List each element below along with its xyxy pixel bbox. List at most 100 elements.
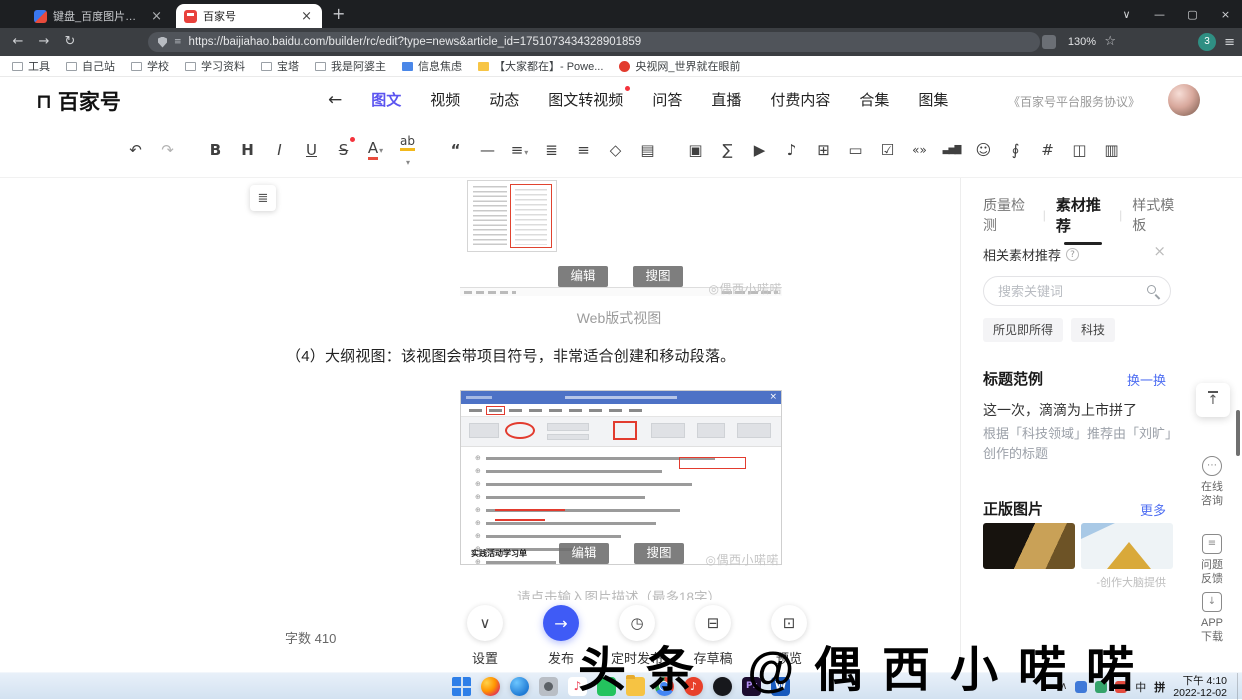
settings-button[interactable]: ∨ (467, 605, 503, 641)
publish-button[interactable]: → (543, 605, 579, 641)
stock-image-1[interactable] (983, 523, 1075, 569)
reload-icon[interactable]: ↻ (60, 34, 80, 49)
url-field[interactable]: ≡ https://baijiahao.baidu.com/builder/rc… (148, 32, 1040, 52)
camera-app-icon[interactable] (539, 677, 558, 696)
close-icon[interactable]: × (1209, 8, 1242, 21)
word-import-icon[interactable]: ▤ (638, 141, 657, 159)
nav-item-article[interactable]: 图文 (371, 89, 401, 110)
heading-icon[interactable]: H (238, 141, 257, 159)
edit-image-button[interactable]: 编辑 (559, 543, 609, 564)
nav-item-live[interactable]: 直播 (711, 89, 741, 110)
bookmark-item[interactable]: 宝塔 (261, 58, 299, 74)
platform-agreement-link[interactable]: 《百家号平台服务协议》 (1008, 93, 1140, 110)
bookmark-icon[interactable]: ◫ (1070, 141, 1089, 159)
article-paragraph[interactable]: （4）大纲视图：该视图会带项目符号，非常适合创建和移动段落。 (286, 345, 954, 366)
edit-image-button[interactable]: 编辑 (558, 266, 608, 287)
bookmark-item[interactable]: 工具 (12, 58, 50, 74)
audio-icon[interactable]: ♪ (782, 141, 801, 159)
taskbar-clock[interactable]: 下午 4:10 2022-12-02 (1173, 675, 1227, 699)
bookmark-item[interactable]: 自己站 (66, 58, 115, 74)
formula-icon[interactable]: ∑ (718, 141, 737, 159)
bookmark-item[interactable]: 学习资料 (185, 58, 245, 74)
panel-close-icon[interactable]: × (1153, 242, 1166, 260)
windows-start-icon[interactable] (452, 677, 471, 696)
stock-image-2[interactable] (1081, 523, 1173, 569)
tab-close-icon[interactable]: × (149, 9, 164, 24)
strikethrough-icon[interactable]: S (334, 136, 355, 159)
ime-indicator[interactable]: 拼 (1154, 679, 1165, 695)
tab-style-template[interactable]: 样式模板 (1132, 195, 1182, 235)
italic-icon[interactable]: I (270, 141, 289, 159)
unordered-list-icon[interactable]: ≡ (574, 141, 593, 159)
align-icon[interactable]: ≡▾ (510, 141, 529, 159)
nav-item-paid[interactable]: 付费内容 (770, 89, 830, 110)
help-icon[interactable]: ? (1066, 248, 1080, 261)
highlight-icon[interactable]: ab▾ (398, 131, 417, 169)
browser-tab-baidu-images[interactable]: 键盘_百度图片搜索 × (26, 4, 172, 28)
browser-menu-icon[interactable]: ≡ (1224, 35, 1235, 50)
divider-icon[interactable]: — (478, 141, 497, 159)
browser-tab-baijiahao[interactable]: 百家号 × (176, 4, 322, 28)
quote-card-icon[interactable]: «» (910, 143, 929, 157)
video-icon[interactable]: ▶ (750, 141, 769, 159)
user-avatar[interactable] (1168, 84, 1200, 116)
tag-wysiwyg[interactable]: 所见即所得 (983, 318, 1064, 342)
bookmark-item[interactable]: 【大家都在】- Powe... (478, 58, 603, 74)
forward-icon[interactable]: → (34, 34, 54, 49)
vote-icon[interactable]: ☑ (878, 141, 897, 159)
scroll-to-top-button[interactable]: ↑ (1196, 383, 1230, 417)
undo-icon[interactable]: ↶ (126, 141, 145, 159)
ordered-list-icon[interactable]: ≣ (542, 141, 561, 159)
zoom-indicator[interactable]: 130% (1068, 36, 1096, 48)
more-link[interactable]: 更多 (1140, 500, 1166, 519)
page-icon[interactable]: ▥ (1102, 141, 1121, 159)
bold-icon[interactable]: B (206, 141, 225, 159)
image-caption[interactable]: Web版式视图 (280, 308, 958, 328)
shield-icon[interactable] (158, 36, 167, 48)
tab-quality-check[interactable]: 质量检测 (983, 195, 1033, 235)
bookmark-item[interactable]: 我是阿婆主 (315, 58, 386, 74)
online-consult-item[interactable]: ⋯ 在线咨询 (1182, 456, 1242, 508)
format-clear-icon[interactable]: ◇ (606, 141, 625, 159)
font-color-icon[interactable]: A▾ (366, 139, 385, 160)
search-image-button[interactable]: 搜图 (634, 543, 684, 564)
topic-icon[interactable]: # (1038, 141, 1057, 159)
nav-item-article-to-video[interactable]: 图文转视频 (548, 86, 631, 110)
nav-item-dynamic[interactable]: 动态 (489, 89, 519, 110)
emoji-icon[interactable]: ☺ (974, 141, 993, 159)
article-image-1[interactable]: 编辑 搜图 ◎偶西小喏喏 (460, 180, 782, 296)
tag-tech[interactable]: 科技 (1071, 318, 1116, 342)
outline-toggle[interactable]: ≣ (250, 185, 276, 211)
extension-icon[interactable] (1042, 35, 1056, 49)
search-icon[interactable] (1147, 285, 1156, 294)
nav-item-video[interactable]: 视频 (430, 89, 460, 110)
image-icon[interactable]: ▣ (686, 141, 705, 159)
firefox-icon[interactable] (481, 677, 500, 696)
redo-icon[interactable]: ↷ (158, 141, 177, 159)
keyword-search-input[interactable] (998, 279, 1136, 303)
tab-list-chevron-icon[interactable]: ∨ (1110, 8, 1143, 21)
new-tab-button[interactable]: + (332, 2, 345, 26)
back-icon[interactable]: ← (8, 34, 28, 49)
profile-badge[interactable]: 3 (1198, 33, 1216, 51)
tab-close-icon[interactable]: × (299, 9, 314, 24)
link-icon[interactable]: ∮ (1006, 141, 1025, 159)
card-icon[interactable]: ▭ (846, 141, 865, 159)
nav-item-gallery[interactable]: 图集 (918, 89, 948, 110)
nav-item-qa[interactable]: 问答 (652, 89, 682, 110)
minimize-icon[interactable]: — (1143, 8, 1176, 21)
page-scrollbar[interactable] (1236, 410, 1240, 456)
nav-back-icon[interactable]: ← (328, 90, 342, 110)
refresh-link[interactable]: 换一换 (1127, 370, 1166, 389)
chart-icon[interactable]: ▃▅▇ (942, 145, 962, 155)
underline-icon[interactable]: U (302, 141, 321, 159)
nav-item-collection[interactable]: 合集 (859, 89, 889, 110)
bookmark-item[interactable]: 学校 (131, 58, 169, 74)
maximize-icon[interactable]: ▢ (1176, 8, 1209, 21)
blue-app-icon[interactable] (510, 677, 529, 696)
feedback-item[interactable]: ≡ 问题反馈 (1182, 534, 1242, 586)
bookmark-item[interactable]: 央视网_世界就在眼前 (619, 58, 741, 74)
bookmark-star-icon[interactable]: ☆ (1104, 34, 1116, 49)
show-desktop-strip[interactable] (1237, 673, 1238, 700)
baijiahao-logo[interactable]: ⊓ 百家号 (36, 86, 121, 116)
